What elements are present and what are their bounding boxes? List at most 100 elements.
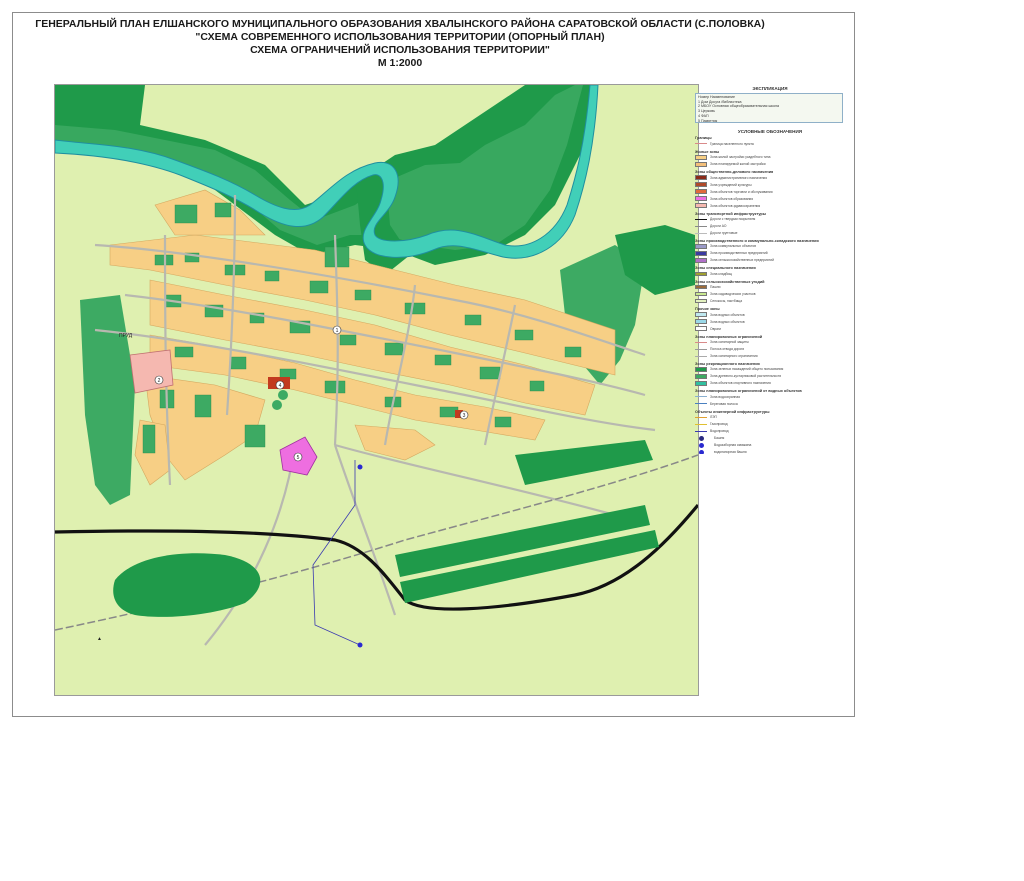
legend-item-label: Дороги АО [710,224,727,229]
legend-item-label: Зона садоводческих участков [710,292,756,297]
legend-line [695,143,707,145]
legend-swatch [695,298,707,304]
legend-item: Зона водных объектов [695,311,845,318]
legend-line [695,348,707,350]
legend-item-label: Граница населенного пункта [710,141,754,146]
legend-item-label: Зона кладбищ [710,271,732,276]
legend-item: Зона сельскохозяйственных предприятий [695,257,845,264]
legend-item: Зона садоводческих участков [695,291,845,298]
legend-item-label: Зона объектов спортивного назначения [710,381,771,386]
marker-3-label: 3 [463,413,466,419]
legend-item: Зона планируемой жилой застройки [695,161,845,168]
school-zone [129,349,174,394]
legend-item: ЛЭП [695,414,845,421]
legend-item: Зона водоохранная [695,393,845,400]
legend-item: Зона производственных предприятий [695,250,845,257]
legend-swatch [695,244,707,249]
legend-item: Зона зеленых насаждений общего пользован… [695,366,845,373]
map-scale: М 1:2000 [377,57,423,69]
marker-2: 2 [154,375,164,385]
marker-5: 5 [293,452,303,462]
legend-item: Дороги грунтовые [695,230,845,237]
legend-item: Сенокосы, пастбища [695,298,845,305]
legend-dot-icon [699,449,704,454]
marker-1: 1 [332,325,342,335]
legend-item-label: Дороги грунтовые [710,231,738,236]
legend-item-label: Зона объектов торговли и обслуживания [710,189,773,194]
legend-item-label: Зона водных объектов [710,319,745,324]
legend-item: Зона водных объектов [695,318,845,325]
title-line-3: СХЕМА ОГРАНИЧЕНИЙ ИСПОЛЬЗОВАНИЯ ТЕРРИТОР… [250,44,550,56]
legend-swatch [695,182,707,187]
legend-item-label: Зона планируемой жилой застройки [710,162,766,167]
legend-swatch [695,251,707,256]
legend-item: Водопровод [695,428,845,435]
legend-item-label: Зона древесно-кустарниковой растительнос… [710,374,782,379]
legend-item: Дороги АО [695,223,845,230]
legend-item-label: Зона сельскохозяйственных предприятий [710,258,774,263]
legend-line [695,218,707,220]
title-line-2: "СХЕМА СОВРЕМЕННОГО ИСПОЛЬЗОВАНИЯ ТЕРРИТ… [195,31,605,43]
legend-item-label: Зона водных объектов [710,312,745,317]
legend-line [695,232,707,234]
legend-swatch [695,319,707,324]
legend-item-label: Дороги с твердым покрытием [710,217,756,222]
legend-item: Зона объектов торговли и обслуживания [695,188,845,195]
legend-item-label: Зона объектов здравоохранения [710,203,761,208]
legend-item-label: Зона административного назначения [710,175,768,180]
legend-item-label: Сенокосы, пастбища [710,299,743,304]
legend-item: Зона объектов спортивного назначения [695,380,845,387]
legend-item-label: Водопровод [710,429,729,434]
master-plan-map[interactable]: 1 2 3 4 5 ПРУД ▲ [54,84,699,696]
legend-item-label: Башня [714,436,725,441]
legend-item: Пашни [695,284,845,291]
legend-item-label: Полоса отвода дороги [710,347,745,352]
legend-item-label: Зона зеленых насаждений общего пользован… [710,367,784,372]
legend-swatch [695,291,707,297]
legend-item-label: ЛЭП [710,415,717,420]
legend-item: Дороги с твердым покрытием [695,216,845,223]
legend-item-label: Зона производственных предприятий [710,251,768,256]
water-well-icon [357,642,363,648]
legend-swatch [695,284,707,290]
map-legend: ЭКСПЛИКАЦИЯ Номер Наименование 1 Дом Дос… [695,84,845,454]
legend-swatch [695,162,707,167]
legend-dot-icon [699,442,704,448]
legend-swatch [695,175,707,180]
legend-item-label: Пашни [710,285,721,290]
legend-item: Водозаборная скважина [695,442,845,449]
legend-item-label: Зона учреждений культуры [710,182,752,187]
legend-item: Береговая полоса [695,400,845,407]
marker-5-label: 5 [297,455,300,461]
legend-line [695,416,707,418]
legend-item-label: Береговая полоса [710,401,738,406]
explication-title: ЭКСПЛИКАЦИЯ [752,86,788,91]
legend-item-label: Зона водоохранная [710,394,741,399]
legend-item-label: Зона объектов образования [710,196,754,201]
legend-swatch [695,381,707,386]
legend-item: Зона жилой застройки усадебного типа [695,154,845,161]
legend-item-label: Зона жилой застройки усадебного типа [710,155,771,160]
legend-line [695,430,707,432]
water-tower-icon [357,464,363,470]
legend-line [695,355,707,357]
legend-item: Зона административного назначения [695,174,845,181]
legend-item-label: Зона коммунальных объектов [710,244,757,249]
legend-item: Зона коммунальных объектов [695,243,845,250]
legend-line [695,403,707,405]
legend-item-label: водонапорная башня [714,450,747,454]
legend-line [695,341,707,343]
legend-dot-icon [699,435,704,441]
park-tree [272,400,282,410]
conventions-title: УСЛОВНЫЕ ОБОЗНАЧЕНИЯ [737,129,803,134]
explication-row: 5 Памятник [698,118,718,123]
legend-swatch [695,189,707,194]
legend-item: Зона объектов образования [695,195,845,202]
marker-2-label: 2 [158,378,161,384]
marker-4: 4 [275,380,285,390]
legend-item: Овраги [695,325,845,332]
legend-item: Полоса отвода дороги [695,346,845,353]
legend-item: Башня [695,435,845,442]
legend-swatch [695,258,707,263]
park-tree [278,390,288,400]
